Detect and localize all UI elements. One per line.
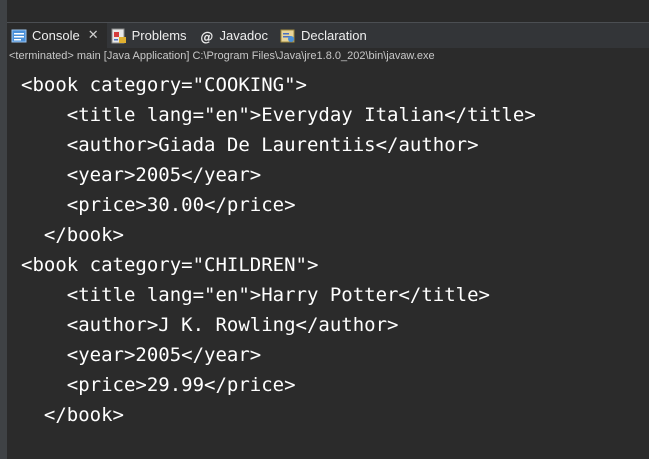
declaration-icon bbox=[280, 28, 296, 44]
console-line: <year>2005</year> bbox=[21, 344, 262, 366]
console-line: <author>J K. Rowling</author> bbox=[21, 314, 399, 336]
javadoc-icon: @ bbox=[199, 28, 215, 45]
left-window-edge bbox=[0, 0, 7, 459]
console-line: <book category="COOKING"> bbox=[21, 74, 307, 96]
tab-problems[interactable]: Problems bbox=[107, 23, 195, 49]
console-line: <title lang="en">Harry Potter</title> bbox=[21, 284, 490, 306]
console-line: </book> bbox=[21, 224, 124, 246]
svg-text:@: @ bbox=[200, 30, 213, 44]
top-window-strip bbox=[7, 0, 649, 22]
tab-problems-label: Problems bbox=[131, 28, 187, 43]
console-icon bbox=[11, 28, 27, 44]
console-line: <price>30.00</price> bbox=[21, 194, 296, 216]
problems-icon bbox=[111, 28, 127, 44]
console-line: <book category="CHILDREN"> bbox=[21, 254, 319, 276]
console-line: <price>29.99</price> bbox=[21, 374, 296, 396]
tab-javadoc[interactable]: @ Javadoc bbox=[195, 23, 276, 49]
tab-declaration[interactable]: Declaration bbox=[276, 23, 375, 49]
tab-console-label: Console bbox=[32, 28, 80, 43]
console-view: Console ✕ Problems @ Javadoc Declaration… bbox=[0, 0, 649, 459]
tab-declaration-label: Declaration bbox=[300, 28, 367, 43]
tab-console[interactable]: Console ✕ bbox=[7, 22, 107, 49]
close-icon[interactable]: ✕ bbox=[88, 28, 99, 43]
tab-javadoc-label: Javadoc bbox=[219, 28, 268, 43]
console-line: <author>Giada De Laurentiis</author> bbox=[21, 134, 479, 156]
console-line: <year>2005</year> bbox=[21, 164, 262, 186]
console-line: <title lang="en">Everyday Italian</title… bbox=[21, 104, 536, 126]
console-output[interactable]: <book category="COOKING"> <title lang="e… bbox=[7, 64, 649, 459]
console-line: </book> bbox=[21, 404, 124, 426]
process-status-line: <terminated> main [Java Application] C:\… bbox=[7, 48, 649, 64]
view-tab-bar: Console ✕ Problems @ Javadoc Declaration bbox=[7, 22, 649, 49]
